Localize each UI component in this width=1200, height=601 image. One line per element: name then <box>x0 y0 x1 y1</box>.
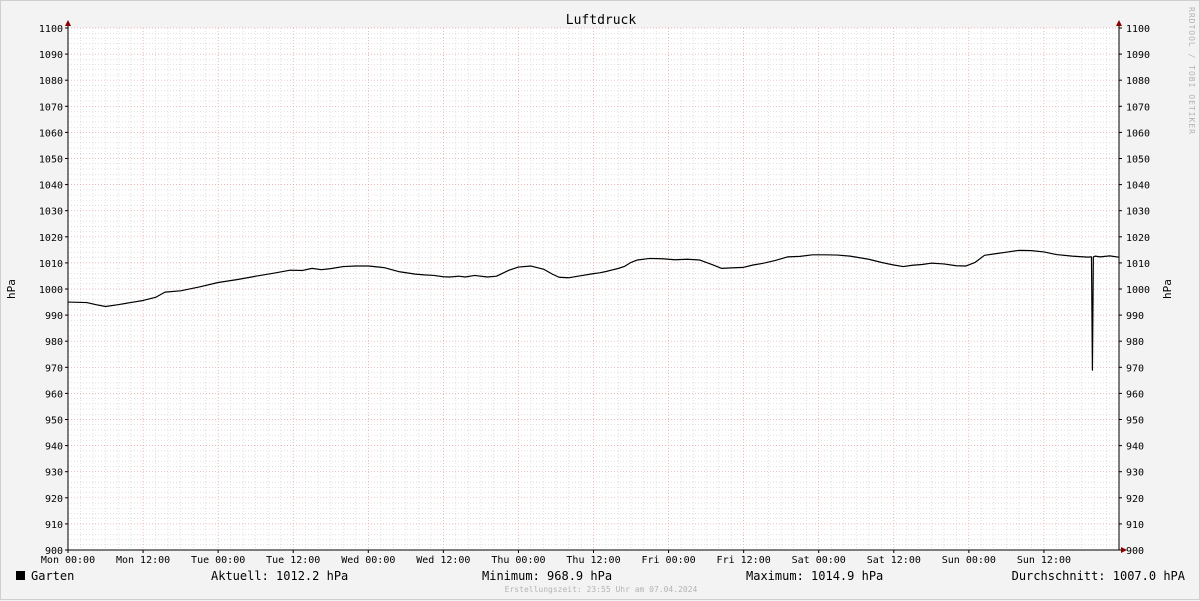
legend-average: Durchschnitt: 1007.0 hPA <box>1011 569 1185 583</box>
watermark: RRDTOOL / TOBI OETIKER <box>1187 7 1196 135</box>
x-tick-label: Fri 12:00 <box>717 555 771 566</box>
x-tick-label: Wed 12:00 <box>416 555 470 566</box>
y-axis-label-right: hPa <box>1161 279 1174 299</box>
graph-frame: 900 910 920 930 940 950 960 970 980 990 1000 1010 10… <box>0 0 1200 600</box>
y-tick-label-left: 1080 <box>39 76 63 87</box>
x-tick-label: Sun 12:00 <box>1017 555 1071 566</box>
legend-minimum: Minimum: 968.9 hPa <box>482 569 613 583</box>
y-tick-label-right: 930 <box>1126 468 1144 479</box>
y-axis-label-left: hPa <box>5 279 18 299</box>
legend-series-name: Garten <box>31 569 75 583</box>
y-tick-label-right: 1000 <box>1126 285 1150 296</box>
y-tick-label-right: 950 <box>1126 416 1144 427</box>
chart-title: Luftdruck <box>566 13 637 28</box>
y-tick-label-right: 1040 <box>1126 181 1150 192</box>
y-tick-label-left: 960 <box>45 389 63 400</box>
x-tick-label: Wed 00:00 <box>341 555 395 566</box>
y-tick-label-left: 1010 <box>39 259 63 270</box>
y-tick-label-right: 1080 <box>1126 76 1150 87</box>
y-tick-label-left: 910 <box>45 520 63 531</box>
x-tick-label: Fri 00:00 <box>641 555 695 566</box>
x-tick-label: Mon 00:00 <box>41 555 95 566</box>
y-tick-label-left: 970 <box>45 363 63 374</box>
y-tick-label-left: 990 <box>45 311 63 322</box>
legend-maximum: Maximum: 1014.9 hPa <box>746 569 884 583</box>
legend-current: Aktuell: 1012.2 hPa <box>211 569 349 583</box>
y-tick-label-right: 970 <box>1126 363 1144 374</box>
y-tick-label-right: 900 <box>1126 546 1144 557</box>
x-tick-label: Tue 12:00 <box>266 555 320 566</box>
y-tick-label-left: 1060 <box>39 128 63 139</box>
y-tick-label-right: 1100 <box>1126 24 1150 35</box>
y-tick-label-left: 1030 <box>39 207 63 218</box>
y-tick-label-right: 910 <box>1126 520 1144 531</box>
y-tick-label-left: 1090 <box>39 50 63 61</box>
y-tick-label-left: 920 <box>45 494 63 505</box>
y-tick-label-left: 930 <box>45 468 63 479</box>
y-tick-label-left: 1070 <box>39 102 63 113</box>
y-tick-label-right: 920 <box>1126 494 1144 505</box>
y-tick-label-right: 1020 <box>1126 233 1150 244</box>
y-axis-left-arrow <box>65 20 71 26</box>
x-tick-label: Thu 00:00 <box>491 555 545 566</box>
x-tick-label: Mon 12:00 <box>116 555 170 566</box>
y-tick-label-right: 1050 <box>1126 155 1150 166</box>
y-tick-label-right: 1060 <box>1126 128 1150 139</box>
y-tick-label-right: 960 <box>1126 389 1144 400</box>
y-tick-label-left: 980 <box>45 337 63 348</box>
y-tick-label-right: 990 <box>1126 311 1144 322</box>
y-tick-label-right: 1090 <box>1126 50 1150 61</box>
x-tick-label: Sun 00:00 <box>942 555 996 566</box>
y-tick-labels-left: 9009109209309409509609709809901000101010… <box>39 24 63 557</box>
x-tick-labels: Mon 00:00 Mon 12:00 Tue 00:00 Tue 12:00 Wed … <box>41 555 1071 566</box>
y-tick-label-right: 980 <box>1126 337 1144 348</box>
y-tick-label-left: 1020 <box>39 233 63 244</box>
creation-time-footer: Erstellungszeit: 23:55 Uhr am 07.04.2024 <box>504 585 698 594</box>
y-tick-label-left: 1040 <box>39 181 63 192</box>
y-tick-label-left: 940 <box>45 442 63 453</box>
x-tick-label: Tue 00:00 <box>191 555 245 566</box>
y-axis-right-arrow <box>1116 20 1122 26</box>
legend-swatch <box>16 571 25 580</box>
y-tick-label-left: 1000 <box>39 285 63 296</box>
x-tick-label: Sat 12:00 <box>867 555 921 566</box>
y-tick-label-left: 1050 <box>39 155 63 166</box>
y-tick-label-right: 1030 <box>1126 207 1150 218</box>
y-tick-label-right: 1070 <box>1126 102 1150 113</box>
x-tick-label: Sat 00:00 <box>792 555 846 566</box>
chart: 900 910 920 930 940 950 960 970 980 990 1000 1010 10… <box>5 13 1174 566</box>
x-tick-label: Thu 12:00 <box>566 555 620 566</box>
y-tick-label-right: 1010 <box>1126 259 1150 270</box>
y-tick-label-left: 1100 <box>39 24 63 35</box>
y-tick-label-left: 950 <box>45 416 63 427</box>
y-tick-label-right: 940 <box>1126 442 1144 453</box>
y-tick-labels-right: 900 910 920 930 940 950 960 970 980 990 1000 1010 10… <box>1126 24 1150 557</box>
legend: Garten Aktuell: 1012.2 hPa Minimum: 968.… <box>1 567 1200 585</box>
